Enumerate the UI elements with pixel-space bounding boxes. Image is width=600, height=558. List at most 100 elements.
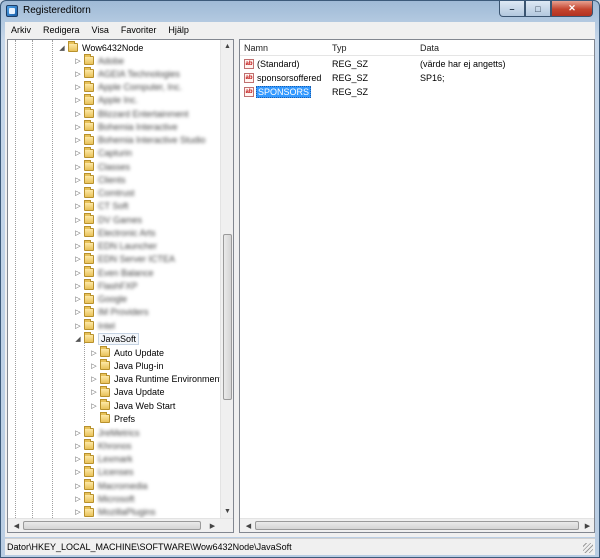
tree-node[interactable]: ▷ Comtrust (74, 186, 135, 200)
scroll-left-arrow-icon[interactable]: ◀ (242, 519, 255, 532)
expand-arrow-icon[interactable]: ▷ (74, 508, 82, 516)
tree-node[interactable]: ▷ Khronos (74, 439, 132, 452)
expand-arrow-icon[interactable]: ▷ (74, 136, 82, 144)
tree-node[interactable]: ▷ Apple Inc. (74, 93, 138, 107)
resize-grip-icon[interactable] (583, 543, 593, 553)
tree-node-javasoft-child[interactable]: ▷ Java Web Start (90, 399, 175, 412)
tree-node[interactable]: ▷ Macromedia (74, 479, 148, 492)
tree-node[interactable]: ▷ EDN Launcher (74, 239, 157, 253)
value-name-edit-field[interactable]: SPONSORS (256, 86, 312, 98)
tree-horizontal-scrollbar[interactable]: ◀ ▶ (8, 518, 233, 532)
scroll-down-arrow-icon[interactable]: ▼ (221, 505, 233, 518)
scroll-up-arrow-icon[interactable]: ▲ (221, 40, 233, 53)
collapse-arrow-icon[interactable]: ◢ (58, 44, 66, 52)
tree-node[interactable]: ▷ DV Games (74, 213, 142, 226)
tree-node[interactable]: ▷ Capturin (74, 146, 132, 160)
values-horizontal-scrollbar[interactable]: ◀ ▶ (240, 518, 594, 532)
tree-node[interactable]: ▷ Licenses (74, 465, 134, 479)
value-row-selected[interactable]: ab SPONSORS REG_SZ (240, 86, 594, 100)
tree-node[interactable]: ▷ Microsoft (74, 492, 135, 505)
expand-arrow-icon[interactable]: ▷ (74, 282, 82, 290)
tree-node-javasoft-child[interactable]: ▷ Java Plug-in (90, 359, 164, 372)
expand-arrow-icon[interactable]: ▷ (90, 388, 98, 396)
expand-arrow-icon[interactable]: ▷ (90, 349, 98, 357)
tree-node[interactable]: ▷ JreMetrics (74, 426, 140, 439)
expand-arrow-icon[interactable]: ▷ (74, 57, 82, 65)
expand-arrow-icon[interactable]: ▷ (74, 216, 82, 224)
expand-arrow-icon[interactable]: ▷ (90, 375, 98, 383)
menu-redigera[interactable]: Redigera (37, 25, 86, 35)
tree-node-javasoft-child[interactable]: ▷ Java Runtime Environment (90, 372, 221, 386)
tree-node-javasoft-child[interactable]: Prefs (90, 412, 135, 425)
tree-node-javasoft-child[interactable]: ▷ Auto Update (90, 346, 164, 359)
tree-pane[interactable]: ◢ Wow6432Node ▷ Adobe ▷ AGEIA Technologies ▷… (7, 39, 234, 533)
scroll-right-arrow-icon[interactable]: ▶ (581, 519, 594, 532)
menu-visa[interactable]: Visa (86, 25, 115, 35)
tree-horizontal-scroll-thumb[interactable] (23, 521, 201, 530)
values-pane[interactable]: Namn Typ Data ab (Standard) REG_SZ (värd… (239, 39, 595, 533)
expand-arrow-icon[interactable]: ▷ (74, 163, 82, 171)
expand-arrow-icon[interactable]: ▷ (74, 468, 82, 476)
tree-node-javasoft[interactable]: ◢ JavaSoft (74, 332, 140, 345)
expand-arrow-icon[interactable]: ▷ (74, 269, 82, 277)
menu-arkiv[interactable]: Arkiv (5, 25, 37, 35)
expand-arrow-icon[interactable]: ▷ (74, 229, 82, 237)
expand-arrow-icon[interactable]: ▷ (74, 96, 82, 104)
tree-node[interactable]: ▷ EDN Server ICTEA (74, 252, 175, 266)
expand-arrow-icon[interactable]: ▷ (74, 455, 82, 463)
expand-arrow-icon[interactable]: ▷ (90, 402, 98, 410)
menu-favoriter[interactable]: Favoriter (115, 25, 163, 35)
expand-arrow-icon[interactable]: ▷ (74, 442, 82, 450)
expand-arrow-icon[interactable]: ▷ (74, 308, 82, 316)
title-bar[interactable]: Registereditorn – □ ✕ (1, 1, 599, 21)
tree-node[interactable]: ▷ Bohemia Interactive (74, 120, 178, 133)
value-row[interactable]: ab (Standard) REG_SZ (värde har ej anget… (240, 58, 594, 72)
tree-node-wow6432node[interactable]: ◢ Wow6432Node (58, 41, 143, 54)
column-header-data[interactable]: Data (420, 43, 439, 53)
tree-node[interactable]: ▷ Classes (74, 160, 130, 173)
expand-arrow-icon[interactable]: ▷ (74, 482, 82, 490)
tree-node[interactable]: ▷ Bohemia Interactive Studio (74, 133, 206, 147)
scroll-right-arrow-icon[interactable]: ▶ (206, 519, 219, 532)
expand-arrow-icon[interactable]: ▷ (74, 295, 82, 303)
expand-arrow-icon[interactable]: ▷ (74, 202, 82, 210)
scroll-left-arrow-icon[interactable]: ◀ (10, 519, 23, 532)
expand-arrow-icon[interactable]: ▷ (74, 149, 82, 157)
value-row[interactable]: ab sponsorsoffered REG_SZ SP16; (240, 72, 594, 86)
expand-arrow-icon[interactable]: ▷ (74, 70, 82, 78)
minimize-button[interactable]: – (499, 1, 525, 17)
tree-node-javasoft-child[interactable]: ▷ Java Update (90, 385, 165, 399)
expand-arrow-icon[interactable]: ▷ (74, 495, 82, 503)
tree-vertical-scrollbar[interactable]: ▲ ▼ (220, 40, 233, 518)
close-button[interactable]: ✕ (551, 1, 593, 17)
maximize-button[interactable]: □ (525, 1, 551, 17)
tree-node[interactable]: ▷ Intel (74, 319, 115, 332)
expand-arrow-icon[interactable]: ▷ (74, 110, 82, 118)
tree-node[interactable]: ▷ Electronic Arts (74, 226, 156, 239)
menu-hjalp[interactable]: Hjälp (162, 25, 195, 35)
tree-node[interactable]: ▷ Blizzard Entertainment (74, 107, 189, 120)
tree-node[interactable]: ▷ IM Providers (74, 305, 149, 319)
tree-node[interactable]: ▷ Adobe (74, 54, 124, 67)
expand-arrow-icon[interactable]: ▷ (74, 242, 82, 250)
expand-arrow-icon[interactable]: ▷ (74, 322, 82, 330)
tree-node[interactable]: ▷ Google (74, 292, 127, 306)
collapse-arrow-icon[interactable]: ◢ (74, 335, 82, 343)
tree-node[interactable]: ▷ CT Soft (74, 199, 128, 213)
column-header-type[interactable]: Typ (332, 43, 347, 53)
tree-node[interactable]: ▷ Even Balance (74, 266, 154, 279)
expand-arrow-icon[interactable]: ▷ (90, 362, 98, 370)
column-header-name[interactable]: Namn (244, 43, 268, 53)
tree-node[interactable]: ▷ Apple Computer, Inc. (74, 80, 182, 94)
tree-node[interactable]: ▷ Clients (74, 173, 126, 186)
expand-arrow-icon[interactable]: ▷ (74, 189, 82, 197)
tree-node[interactable]: ▷ Lexmark (74, 452, 133, 466)
expand-arrow-icon[interactable]: ▷ (74, 123, 82, 131)
expand-arrow-icon[interactable]: ▷ (74, 429, 82, 437)
expand-arrow-icon[interactable]: ▷ (74, 176, 82, 184)
expand-arrow-icon[interactable]: ▷ (74, 83, 82, 91)
expand-arrow-icon[interactable]: ▷ (74, 255, 82, 263)
tree-node[interactable]: ▷ MozillaPlugins (74, 505, 156, 519)
tree-vertical-scroll-thumb[interactable] (223, 234, 232, 400)
tree-node[interactable]: ▷ FlashFXP (74, 279, 138, 292)
